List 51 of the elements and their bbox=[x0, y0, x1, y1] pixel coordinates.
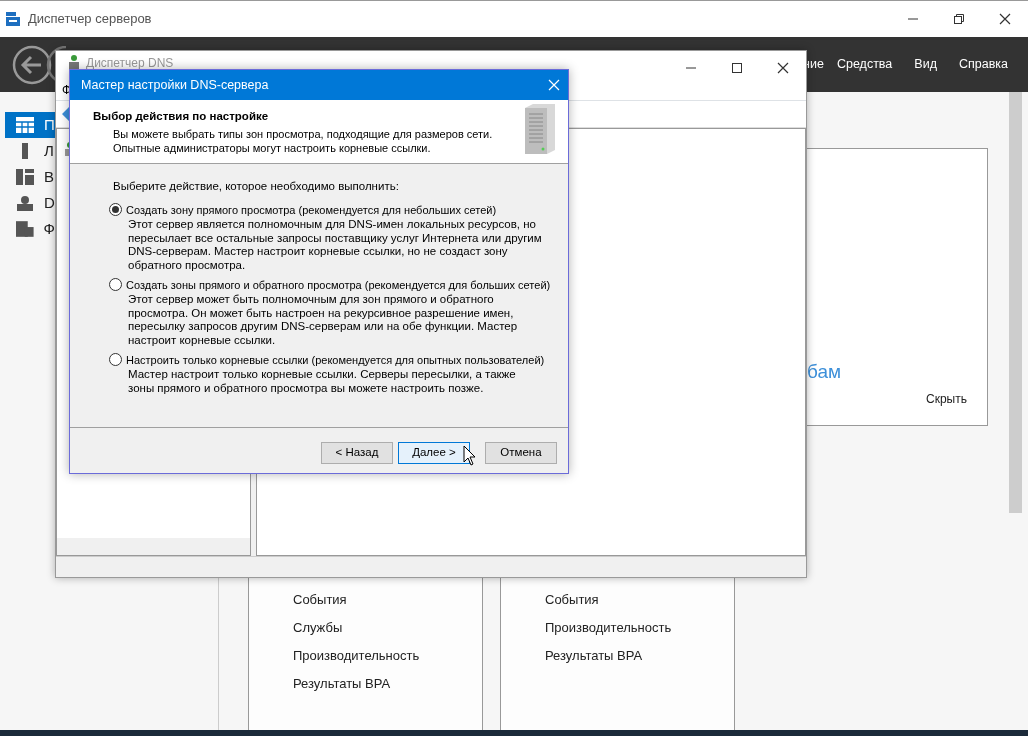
sidebar-item[interactable]: П bbox=[5, 112, 55, 138]
prompt-text: Выберите действие, которое необходимо выполнить: bbox=[113, 179, 400, 194]
hide-link[interactable]: Скрыть bbox=[926, 390, 967, 408]
tile-link[interactable]: События bbox=[545, 590, 734, 618]
tile-link[interactable]: Результаты BPA bbox=[545, 646, 734, 674]
menu-item[interactable]: Вид bbox=[914, 55, 937, 74]
option-description: Мастер настроит только корневые ссылки. Серверы пересылки, а также зоны прямого и обратного просмотра вы можете настроить позже. bbox=[128, 368, 517, 396]
dialog-subtitle: Опытные администраторы могут настроить корневые ссылки. bbox=[113, 141, 432, 156]
option-description: Этот сервер является полномочным для DNS-имен локальных ресурсов, но пересылает все остальные запросы поставщику услуг Интернета или другим DNS-серверам. Мастер настроит корневые ссылки, но не создаст зону обратного просмотра. bbox=[128, 218, 543, 273]
dialog-subtitle: Вы можете выбрать типы зон просмотра, подходящие для размеров сети. bbox=[113, 127, 494, 142]
sidebar-item[interactable]: Л bbox=[5, 138, 55, 164]
radio-option[interactable]: Создать зоны прямого и обратного просмотра (рекомендуется для больших сетей) bbox=[109, 276, 568, 294]
menu-item[interactable]: ние bbox=[803, 55, 824, 74]
tile-link[interactable]: Результаты BPA bbox=[293, 674, 482, 702]
dashboard-icon bbox=[16, 117, 34, 133]
tile-link[interactable]: Производительность bbox=[545, 618, 734, 646]
back-icon[interactable] bbox=[12, 44, 52, 85]
servers-icon bbox=[16, 169, 34, 185]
window-title: Диспетчер DNS bbox=[86, 55, 175, 72]
close-icon[interactable] bbox=[777, 62, 789, 74]
dialog-title: Мастер настройки DNS-сервера bbox=[81, 76, 269, 94]
radio-button[interactable] bbox=[109, 203, 122, 217]
dns-icon bbox=[68, 55, 80, 69]
sidebar-item[interactable]: Ф bbox=[5, 216, 55, 242]
cursor-icon bbox=[463, 445, 476, 466]
dialog-heading: Выбор действия по настройке bbox=[93, 109, 270, 124]
wizard-button[interactable]: Отмена bbox=[485, 442, 557, 464]
radio-button[interactable] bbox=[109, 353, 122, 367]
option-description: Этот сервер может быть полномочным для зон прямого и обратного просмотра. Он может быть настроен на рекурсивное разрешение имен, пересылку запросов другим DNS-серверам или на обе функции. Мастер настроит корневые ссылки. bbox=[128, 293, 519, 348]
dns-server-icon bbox=[16, 195, 34, 211]
radio-button[interactable] bbox=[109, 278, 122, 292]
wizard-button[interactable]: < Назад bbox=[321, 442, 393, 464]
sidebar-item[interactable]: D bbox=[5, 190, 55, 216]
tile-link[interactable]: События bbox=[293, 590, 482, 618]
window-title: Диспетчер серверов bbox=[28, 10, 153, 29]
menu-item[interactable]: Средства bbox=[836, 55, 893, 74]
app-icon bbox=[6, 12, 20, 26]
section-heading: бам bbox=[807, 360, 842, 384]
sidebar-item[interactable]: В bbox=[5, 164, 55, 190]
wizard-button[interactable]: Далее > bbox=[398, 442, 470, 464]
close-icon[interactable] bbox=[999, 13, 1011, 25]
maximize-icon[interactable] bbox=[731, 62, 743, 74]
tile-link[interactable]: Службы bbox=[293, 618, 482, 646]
radio-option[interactable]: Создать зону прямого просмотра (рекомендуется для небольших сетей) bbox=[109, 201, 568, 219]
radio-option[interactable]: Настроить только корневые ссылки (рекомендуется для опытных пользователей) bbox=[109, 351, 568, 369]
menu-item[interactable]: Справка bbox=[958, 55, 1008, 74]
restore-icon[interactable] bbox=[953, 13, 965, 25]
folder-icon bbox=[16, 221, 34, 237]
horizontal-scrollbar[interactable] bbox=[57, 538, 250, 555]
tile-link[interactable]: Производительность bbox=[293, 646, 482, 674]
scrollbar[interactable] bbox=[1009, 92, 1022, 513]
